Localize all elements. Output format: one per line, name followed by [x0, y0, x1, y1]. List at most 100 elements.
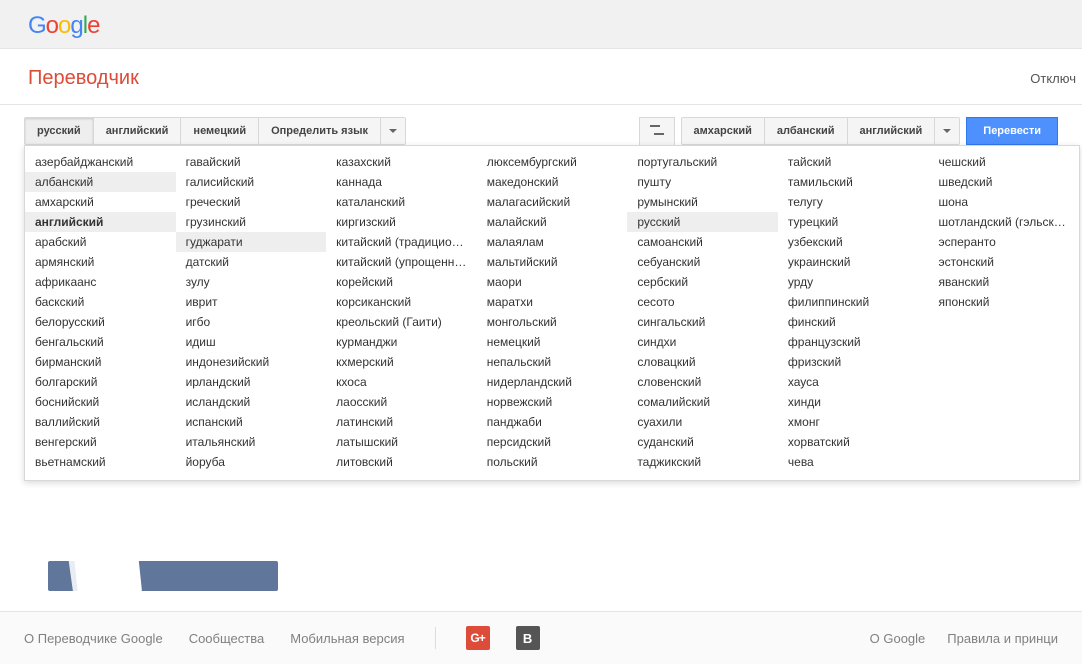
language-option[interactable]: зулу — [176, 272, 327, 292]
language-option[interactable]: идиш — [176, 332, 327, 352]
language-option[interactable]: хорватский — [778, 432, 929, 452]
swap-languages-button[interactable] — [639, 117, 675, 146]
language-option[interactable]: йоруба — [176, 452, 327, 472]
language-option[interactable]: болгарский — [25, 372, 176, 392]
target-lang-more-button[interactable] — [935, 118, 959, 144]
language-option[interactable]: нидерландский — [477, 372, 628, 392]
language-option[interactable]: яванский — [928, 272, 1079, 292]
google-plus-icon[interactable]: G+ — [466, 626, 490, 650]
language-option[interactable]: чешский — [928, 152, 1079, 172]
language-option[interactable]: панджаби — [477, 412, 628, 432]
language-option[interactable]: корейский — [326, 272, 477, 292]
source-lang-detect[interactable]: Определить язык — [259, 118, 381, 144]
language-option[interactable]: азербайджанский — [25, 152, 176, 172]
language-option[interactable]: люксембургский — [477, 152, 628, 172]
language-option[interactable]: малагасийский — [477, 192, 628, 212]
language-option[interactable]: латинский — [326, 412, 477, 432]
language-option[interactable]: чева — [778, 452, 929, 472]
language-option[interactable]: украинский — [778, 252, 929, 272]
source-lang-tab[interactable]: русский — [25, 118, 94, 144]
language-option[interactable]: французский — [778, 332, 929, 352]
source-lang-more-button[interactable] — [381, 118, 405, 144]
language-option[interactable]: галисийский — [176, 172, 327, 192]
language-option[interactable]: телугу — [778, 192, 929, 212]
language-option[interactable]: вьетнамский — [25, 452, 176, 472]
language-option[interactable]: японский — [928, 292, 1079, 312]
language-option[interactable]: португальский — [627, 152, 778, 172]
language-option[interactable]: суахили — [627, 412, 778, 432]
language-option[interactable]: сингальский — [627, 312, 778, 332]
google-logo[interactable]: Google — [28, 12, 99, 40]
language-option[interactable]: хинди — [778, 392, 929, 412]
language-option[interactable]: финский — [778, 312, 929, 332]
language-option[interactable]: румынский — [627, 192, 778, 212]
target-lang-tab[interactable]: албанский — [765, 118, 848, 144]
language-option[interactable]: каннада — [326, 172, 477, 192]
language-option[interactable]: белорусский — [25, 312, 176, 332]
language-option[interactable]: эсперанто — [928, 232, 1079, 252]
language-option[interactable]: албанский — [25, 172, 176, 192]
language-option[interactable]: литовский — [326, 452, 477, 472]
language-option[interactable]: суданский — [627, 432, 778, 452]
language-option[interactable]: маратхи — [477, 292, 628, 312]
language-option[interactable]: турецкий — [778, 212, 929, 232]
language-option[interactable]: тамильский — [778, 172, 929, 192]
language-option[interactable]: боснийский — [25, 392, 176, 412]
footer-privacy[interactable]: Правила и принци — [947, 631, 1058, 646]
target-lang-tab[interactable]: амхарский — [682, 118, 765, 144]
language-option[interactable]: хауса — [778, 372, 929, 392]
language-option[interactable]: сомалийский — [627, 392, 778, 412]
language-option[interactable]: гавайский — [176, 152, 327, 172]
language-option[interactable]: китайский (упрощенный) — [326, 252, 477, 272]
language-option[interactable]: узбекский — [778, 232, 929, 252]
language-option[interactable]: малайский — [477, 212, 628, 232]
footer-about-translator[interactable]: О Переводчике Google — [24, 631, 163, 646]
language-option[interactable]: урду — [778, 272, 929, 292]
blogger-icon[interactable]: B — [516, 626, 540, 650]
language-option[interactable]: норвежский — [477, 392, 628, 412]
language-option[interactable]: греческий — [176, 192, 327, 212]
language-option[interactable]: индонезийский — [176, 352, 327, 372]
language-option[interactable]: датский — [176, 252, 327, 272]
language-option[interactable]: шотландский (гэльский) — [928, 212, 1079, 232]
language-option[interactable]: сесото — [627, 292, 778, 312]
footer-about-google[interactable]: О Google — [870, 631, 926, 646]
language-option[interactable]: гуджарати — [176, 232, 327, 252]
language-option[interactable]: итальянский — [176, 432, 327, 452]
disable-link[interactable]: Отключ — [1030, 71, 1076, 86]
language-option[interactable]: шона — [928, 192, 1079, 212]
language-option[interactable]: бирманский — [25, 352, 176, 372]
language-option[interactable]: македонский — [477, 172, 628, 192]
language-option[interactable]: таджикский — [627, 452, 778, 472]
language-option[interactable]: латышский — [326, 432, 477, 452]
source-lang-tab[interactable]: немецкий — [181, 118, 259, 144]
language-option[interactable]: бенгальский — [25, 332, 176, 352]
language-option[interactable]: непальский — [477, 352, 628, 372]
language-option[interactable]: малаялам — [477, 232, 628, 252]
source-lang-tab[interactable]: английский — [94, 118, 182, 144]
language-option[interactable]: армянский — [25, 252, 176, 272]
translate-button[interactable]: Перевести — [966, 117, 1058, 145]
language-option[interactable]: корсиканский — [326, 292, 477, 312]
language-option[interactable]: хмонг — [778, 412, 929, 432]
language-option[interactable]: амхарский — [25, 192, 176, 212]
language-option[interactable]: лаосский — [326, 392, 477, 412]
language-option[interactable]: синдхи — [627, 332, 778, 352]
language-option[interactable]: грузинский — [176, 212, 327, 232]
language-option[interactable]: пушту — [627, 172, 778, 192]
language-option[interactable]: арабский — [25, 232, 176, 252]
language-option[interactable]: киргизский — [326, 212, 477, 232]
language-option[interactable]: фризский — [778, 352, 929, 372]
language-option[interactable]: польский — [477, 452, 628, 472]
language-option[interactable]: мальтийский — [477, 252, 628, 272]
language-option[interactable]: словацкий — [627, 352, 778, 372]
language-option[interactable]: баскский — [25, 292, 176, 312]
language-option[interactable]: иврит — [176, 292, 327, 312]
language-option[interactable]: кхоса — [326, 372, 477, 392]
language-option[interactable]: самоанский — [627, 232, 778, 252]
language-option[interactable]: исландский — [176, 392, 327, 412]
language-option[interactable]: игбо — [176, 312, 327, 332]
language-option[interactable]: курманджи — [326, 332, 477, 352]
language-option[interactable]: ирландский — [176, 372, 327, 392]
language-option[interactable]: креольский (Гаити) — [326, 312, 477, 332]
